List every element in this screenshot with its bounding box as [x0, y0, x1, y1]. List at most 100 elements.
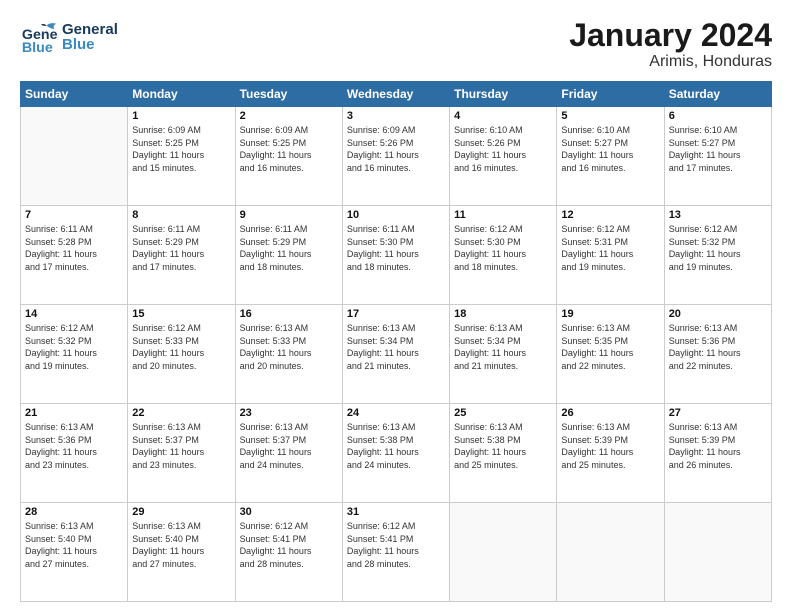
day-info: Sunrise: 6:10 AMSunset: 5:26 PMDaylight:…	[454, 124, 552, 174]
day-info: Sunrise: 6:10 AMSunset: 5:27 PMDaylight:…	[561, 124, 659, 174]
day-number: 21	[25, 407, 123, 419]
calendar-cell: 18Sunrise: 6:13 AMSunset: 5:34 PMDayligh…	[450, 305, 557, 404]
day-number: 15	[132, 308, 230, 320]
calendar-cell: 11 Sunrise: 6:12 AMSunset: 5:30 PMDayligh…	[450, 206, 557, 305]
day-info: Sunrise: 6:13 AMSunset: 5:38 PMDaylight:…	[347, 421, 445, 471]
calendar-cell: 27 Sunrise: 6:13 AMSunset: 5:39 PMDayligh…	[664, 404, 771, 503]
calendar-cell: 23 Sunrise: 6:13 AMSunset: 5:37 PMDayligh…	[235, 404, 342, 503]
calendar-cell: 29 Sunrise: 6:13 AMSunset: 5:40 PMDayligh…	[128, 503, 235, 602]
svg-text:Blue: Blue	[22, 40, 53, 56]
day-info: Sunrise: 6:13 AMSunset: 5:40 PMDaylight:…	[132, 520, 230, 570]
day-info: Sunrise: 6:12 AMSunset: 5:41 PMDaylight:…	[347, 520, 445, 570]
day-info: Sunrise: 6:13 AMSunset: 5:33 PMDaylight:…	[240, 322, 338, 372]
calendar-cell: 1Sunrise: 6:09 AMSunset: 5:25 PMDaylight…	[128, 107, 235, 206]
header: General Blue General Blue January 2024 A…	[20, 18, 772, 71]
day-number: 1	[132, 110, 230, 122]
day-number: 7	[25, 209, 123, 221]
day-header-monday: Monday	[128, 82, 235, 107]
logo-icon: General Blue	[20, 18, 58, 56]
logo-name: General Blue	[62, 22, 118, 52]
week-row-4: 21 Sunrise: 6:13 AMSunset: 5:36 PMDayligh…	[21, 404, 772, 503]
day-number: 29	[132, 506, 230, 518]
calendar-cell: 22 Sunrise: 6:13 AMSunset: 5:37 PMDayligh…	[128, 404, 235, 503]
day-info: Sunrise: 6:13 AMSunset: 5:36 PMDaylight:…	[669, 322, 767, 372]
day-info: Sunrise: 6:13 AMSunset: 5:34 PMDaylight:…	[347, 322, 445, 372]
calendar-cell: 19Sunrise: 6:13 AMSunset: 5:35 PMDayligh…	[557, 305, 664, 404]
day-info: Sunrise: 6:13 AMSunset: 5:35 PMDaylight:…	[561, 322, 659, 372]
day-number: 6	[669, 110, 767, 122]
day-number: 23	[240, 407, 338, 419]
calendar-cell: 15 Sunrise: 6:12 AMSunset: 5:33 PMDayligh…	[128, 305, 235, 404]
day-number: 16	[240, 308, 338, 320]
day-info: Sunrise: 6:12 AMSunset: 5:41 PMDaylight:…	[240, 520, 338, 570]
week-row-5: 28 Sunrise: 6:13 AMSunset: 5:40 PMDayligh…	[21, 503, 772, 602]
calendar-cell: 24 Sunrise: 6:13 AMSunset: 5:38 PMDayligh…	[342, 404, 449, 503]
day-header-friday: Friday	[557, 82, 664, 107]
week-row-2: 7 Sunrise: 6:11 AMSunset: 5:28 PMDaylight…	[21, 206, 772, 305]
day-number: 27	[669, 407, 767, 419]
day-number: 4	[454, 110, 552, 122]
calendar-cell: 17 Sunrise: 6:13 AMSunset: 5:34 PMDayligh…	[342, 305, 449, 404]
day-info: Sunrise: 6:12 AMSunset: 5:30 PMDaylight:…	[454, 223, 552, 273]
day-info: Sunrise: 6:13 AMSunset: 5:37 PMDaylight:…	[240, 421, 338, 471]
calendar-cell: 14 Sunrise: 6:12 AMSunset: 5:32 PMDayligh…	[21, 305, 128, 404]
day-info: Sunrise: 6:12 AMSunset: 5:31 PMDaylight:…	[561, 223, 659, 273]
calendar-cell: 26 Sunrise: 6:13 AMSunset: 5:39 PMDayligh…	[557, 404, 664, 503]
calendar-cell	[21, 107, 128, 206]
day-info: Sunrise: 6:13 AMSunset: 5:36 PMDaylight:…	[25, 421, 123, 471]
day-info: Sunrise: 6:10 AMSunset: 5:27 PMDaylight:…	[669, 124, 767, 174]
day-info: Sunrise: 6:11 AMSunset: 5:28 PMDaylight:…	[25, 223, 123, 273]
calendar-cell: 21 Sunrise: 6:13 AMSunset: 5:36 PMDayligh…	[21, 404, 128, 503]
calendar-cell: 25Sunrise: 6:13 AMSunset: 5:38 PMDayligh…	[450, 404, 557, 503]
calendar-cell: 9Sunrise: 6:11 AMSunset: 5:29 PMDaylight…	[235, 206, 342, 305]
calendar-cell	[664, 503, 771, 602]
calendar-cell: 12Sunrise: 6:12 AMSunset: 5:31 PMDayligh…	[557, 206, 664, 305]
day-header-wednesday: Wednesday	[342, 82, 449, 107]
day-number: 17	[347, 308, 445, 320]
day-number: 25	[454, 407, 552, 419]
day-info: Sunrise: 6:12 AMSunset: 5:33 PMDaylight:…	[132, 322, 230, 372]
day-number: 28	[25, 506, 123, 518]
calendar-cell: 5Sunrise: 6:10 AMSunset: 5:27 PMDaylight…	[557, 107, 664, 206]
calendar-cell: 10Sunrise: 6:11 AMSunset: 5:30 PMDayligh…	[342, 206, 449, 305]
day-info: Sunrise: 6:13 AMSunset: 5:37 PMDaylight:…	[132, 421, 230, 471]
logo-blue-text: Blue	[62, 37, 118, 52]
calendar-subtitle: Arimis, Honduras	[569, 53, 772, 71]
day-number: 26	[561, 407, 659, 419]
day-number: 22	[132, 407, 230, 419]
day-info: Sunrise: 6:09 AMSunset: 5:25 PMDaylight:…	[240, 124, 338, 174]
calendar-table: SundayMondayTuesdayWednesdayThursdayFrid…	[20, 81, 772, 602]
day-number: 14	[25, 308, 123, 320]
day-number: 24	[347, 407, 445, 419]
calendar-cell	[557, 503, 664, 602]
calendar-cell: 6 Sunrise: 6:10 AMSunset: 5:27 PMDaylight…	[664, 107, 771, 206]
calendar-cell: 20 Sunrise: 6:13 AMSunset: 5:36 PMDayligh…	[664, 305, 771, 404]
calendar-cell: 2Sunrise: 6:09 AMSunset: 5:25 PMDaylight…	[235, 107, 342, 206]
day-number: 11	[454, 209, 552, 221]
page: General Blue General Blue January 2024 A…	[0, 0, 792, 612]
calendar-title: January 2024	[569, 18, 772, 53]
day-info: Sunrise: 6:12 AMSunset: 5:32 PMDaylight:…	[25, 322, 123, 372]
day-info: Sunrise: 6:13 AMSunset: 5:39 PMDaylight:…	[561, 421, 659, 471]
logo-general-text: General	[62, 22, 118, 37]
day-info: Sunrise: 6:09 AMSunset: 5:26 PMDaylight:…	[347, 124, 445, 174]
calendar-cell: 7 Sunrise: 6:11 AMSunset: 5:28 PMDaylight…	[21, 206, 128, 305]
day-number: 8	[132, 209, 230, 221]
day-info: Sunrise: 6:11 AMSunset: 5:30 PMDaylight:…	[347, 223, 445, 273]
day-header-tuesday: Tuesday	[235, 82, 342, 107]
day-number: 13	[669, 209, 767, 221]
day-info: Sunrise: 6:13 AMSunset: 5:39 PMDaylight:…	[669, 421, 767, 471]
day-number: 30	[240, 506, 338, 518]
calendar-cell: 28Sunrise: 6:13 AMSunset: 5:40 PMDayligh…	[21, 503, 128, 602]
day-number: 20	[669, 308, 767, 320]
calendar-cell: 31 Sunrise: 6:12 AMSunset: 5:41 PMDayligh…	[342, 503, 449, 602]
week-row-1: 1 Sunrise: 6:09 AMSunset: 5:25 PMDaylight…	[21, 107, 772, 206]
calendar-cell: 16 Sunrise: 6:13 AMSunset: 5:33 PMDayligh…	[235, 305, 342, 404]
logo: General Blue General Blue	[20, 18, 118, 56]
calendar-cell	[450, 503, 557, 602]
calendar-cell: 3Sunrise: 6:09 AMSunset: 5:26 PMDaylight…	[342, 107, 449, 206]
calendar-cell: 8Sunrise: 6:11 AMSunset: 5:29 PMDaylight…	[128, 206, 235, 305]
day-info: Sunrise: 6:12 AMSunset: 5:32 PMDaylight:…	[669, 223, 767, 273]
day-number: 31	[347, 506, 445, 518]
calendar-cell: 4 Sunrise: 6:10 AMSunset: 5:26 PMDaylight…	[450, 107, 557, 206]
